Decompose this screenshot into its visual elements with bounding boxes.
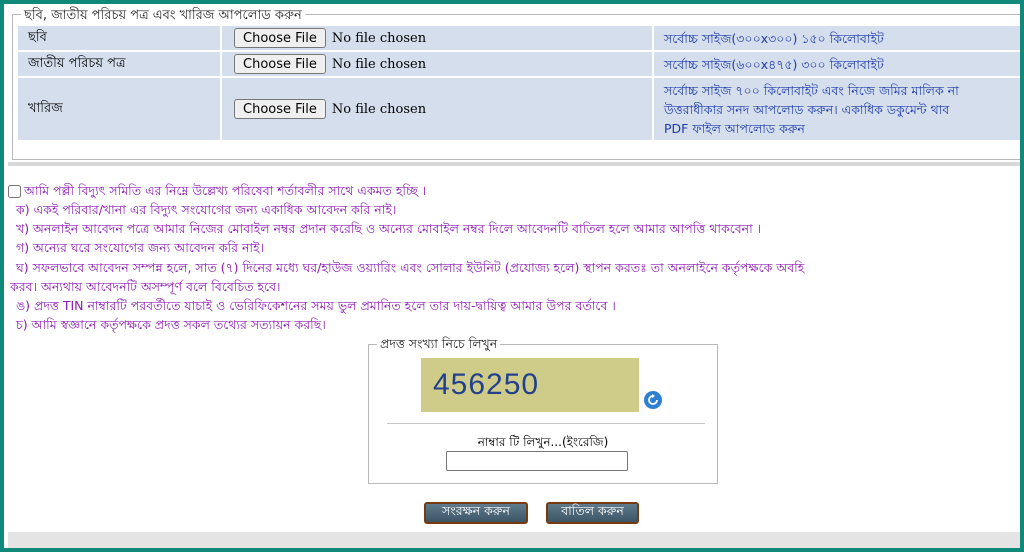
captcha-fieldset: প্রদত্ত সংখ্যা নিচে লিখুন 456250 নাম্বার… [368,336,718,484]
upload-note-mutation: সর্বোচ্চ সাইজ ৭০০ কিলোবাইট এবং নিজে জমির… [654,78,1020,140]
captcha-image: 456250 [421,358,639,412]
terms-item: চ) আমি স্বজ্ঞানে কর্তৃপক্ষকে প্রদত্ত সকল… [16,317,326,332]
refresh-icon[interactable] [644,391,662,409]
upload-label-mutation: খারিজ [18,78,220,140]
file-status-photo: No file chosen [331,30,427,46]
page-frame: ছবি, জাতীয় পরিচয় পত্র এবং খারিজ আপলোড … [0,0,1024,552]
captcha-divider [387,423,705,424]
upload-table: ছবি Choose File No file chosen সর্বোচ্চ … [18,26,1020,148]
upload-note-nid: সর্বোচ্চ সাইজ(৬০০x৪৭৫) ৩০০ কিলোবাইট [654,52,1020,76]
footer-bar [8,532,1020,548]
terms-item: ঙ) প্রদত্ত TIN নাম্বারটি পরবর্তীতে যাচাই… [16,298,616,313]
upload-file-cell: Choose File No file chosen [222,26,652,50]
file-status-mutation: No file chosen [331,101,427,117]
terms-agree[interactable]: আমি পল্লী বিদ্যুৎ সমিতি এর নিম্নে উল্লেখ… [8,182,426,200]
cancel-button[interactable]: বাতিল করুন [546,502,639,524]
choose-file-nid-button[interactable]: Choose File [234,54,326,74]
upload-file-cell: Choose File No file chosen [222,78,652,140]
terms-agree-label: আমি পল্লী বিদ্যুৎ সমিতি এর নিম্নে উল্লেখ… [24,183,427,198]
upload-note-photo: সর্বোচ্চ সাইজ(৩০০x৩০০) ১৫০ কিলোবাইট [654,26,1020,50]
upload-note-mutation-line: PDF ফাইল আপলোড করুন [664,120,805,136]
upload-row-photo: ছবি Choose File No file chosen সর্বোচ্চ … [18,26,1020,50]
save-button[interactable]: সংরক্ষন করুন [424,502,528,524]
upload-label-photo: ছবি [18,26,220,50]
upload-note-mutation-line: উত্তরাধীকার সনদ আপলোড করুন। একাধিক ডকুমে… [664,101,950,117]
upload-file-cell: Choose File No file chosen [222,52,652,76]
captcha-code: 456250 [433,368,540,401]
upload-row-mutation: খারিজ Choose File No file chosen সর্বোচ্… [18,78,1020,140]
file-status-nid: No file chosen [331,56,427,72]
terms-item: খ) অনলাইন আবেদন পত্রে আমার নিজের মোবাইল … [16,221,762,236]
section-divider [8,162,1020,166]
upload-row-nid: জাতীয় পরিচয় পত্র Choose File No file c… [18,52,1020,76]
terms-agree-checkbox[interactable] [8,184,21,198]
terms-item: ক) একই পরিবার/খানা এর বিদ্যুৎ সংযোগের জন… [16,202,397,217]
upload-legend: ছবি, জাতীয় পরিচয় পত্র এবং খারিজ আপলোড … [21,6,305,27]
upload-note-mutation-line: সর্বোচ্চ সাইজ ৭০০ কিলোবাইট এবং নিজে জমির… [664,82,959,98]
terms-item: গ) অন্যের ঘরে সংযোগের জন্য আবেদন করি নাই… [16,240,265,255]
upload-label-nid: জাতীয় পরিচয় পত্র [18,52,220,76]
choose-file-photo-button[interactable]: Choose File [234,28,326,48]
choose-file-mutation-button[interactable]: Choose File [234,99,326,119]
terms-item: ঘ) সফলভাবে আবেদন সম্পন্ন হলে, সাত (৭) দি… [16,260,805,275]
captcha-input[interactable] [446,451,628,471]
captcha-legend: প্রদত্ত সংখ্যা নিচে লিখুন [377,336,501,356]
terms-item-continued: করব। অন্যথায় আবেদনটি অসম্পূর্ণ বলে বিবে… [10,279,281,294]
